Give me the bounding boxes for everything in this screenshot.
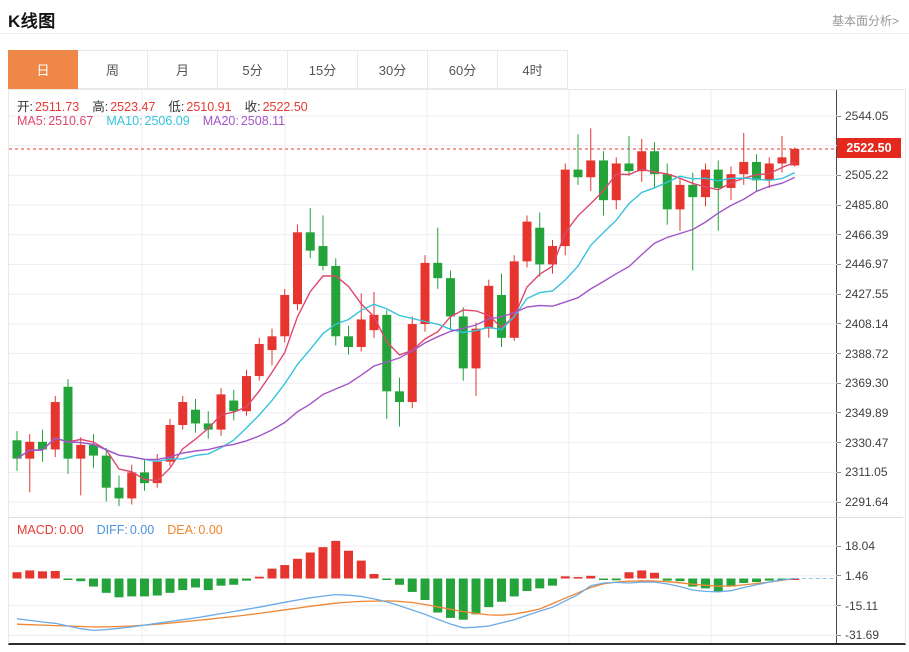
tab-30分[interactable]: 30分: [358, 50, 428, 89]
macd-tick-label: -31.69: [837, 627, 879, 643]
readout-item: MA10:2506.09: [106, 114, 189, 128]
price-tick-label: 2544.05: [837, 108, 888, 124]
readout-item: 开:2511.73: [17, 100, 79, 114]
page-header: K线图 基本面分析>: [0, 0, 909, 34]
tab-周[interactable]: 周: [78, 50, 148, 89]
price-tick-label: 2388.72: [837, 346, 888, 362]
price-tick-label: 2408.14: [837, 316, 888, 332]
readout-item: DIFF:0.00: [97, 523, 155, 537]
ohlc-readout: 开:2511.73 高:2523.47 低:2510.91 收:2522.50: [17, 96, 321, 115]
macd-panel: MACD:0.00 DIFF:0.00 DEA:0.00: [9, 517, 837, 643]
readout-item: 低:2510.91: [168, 100, 231, 114]
macd-tick-label: 18.04: [837, 538, 875, 554]
price-axis: 2544.05 2505.22 2485.80 2466.39 2446.97 2427.…: [837, 90, 903, 517]
readout-item: MA5:2510.67: [17, 114, 93, 128]
main-chart-panel: 开:2511.73 高:2523.47 低:2510.91 收:2522.50 MA5…: [9, 90, 837, 517]
readout-item: MA20:2508.11: [203, 114, 285, 128]
current-price-badge: 2522.50: [837, 138, 901, 158]
price-tick-label: 2291.64: [837, 494, 888, 510]
candlestick-chart[interactable]: [9, 90, 837, 517]
tab-60分[interactable]: 60分: [428, 50, 498, 89]
price-tick-label: 2330.47: [837, 435, 888, 451]
ma-readout: MA5:2510.67 MA10:2506.09 MA20:2508.11: [17, 114, 298, 128]
price-tick-label: 2505.22: [837, 167, 888, 183]
macd-readout: MACD:0.00 DIFF:0.00 DEA:0.00: [17, 523, 236, 537]
timeframe-tabbar: 日周月5分15分30分60分4时: [8, 50, 909, 89]
tab-月[interactable]: 月: [148, 50, 218, 89]
tab-15分[interactable]: 15分: [288, 50, 358, 89]
price-tick-label: 2369.30: [837, 375, 888, 391]
chart-container: 开:2511.73 高:2523.47 低:2510.91 收:2522.50 MA5…: [8, 89, 906, 645]
readout-item: DEA:0.00: [167, 523, 223, 537]
fundamental-analysis-link[interactable]: 基本面分析>: [832, 12, 899, 29]
tab-日[interactable]: 日: [8, 50, 78, 89]
readout-item: 收:2522.50: [245, 100, 308, 114]
readout-item: MACD:0.00: [17, 523, 84, 537]
tab-4时[interactable]: 4时: [498, 50, 568, 89]
tab-5分[interactable]: 5分: [218, 50, 288, 89]
page-title: K线图: [8, 7, 56, 32]
macd-tick-label: -15.11: [837, 598, 878, 614]
price-tick-label: 2485.80: [837, 197, 888, 213]
macd-tick-label: 1.46: [837, 568, 868, 584]
price-tick-label: 2311.05: [837, 464, 888, 480]
readout-item: 高:2523.47: [92, 100, 155, 114]
macd-value-axis: 18.04 1.46 -15.11 -31.69: [837, 517, 903, 643]
price-tick-label: 2466.39: [837, 227, 888, 243]
price-tick-label: 2446.97: [837, 256, 888, 272]
price-tick-label: 2349.89: [837, 405, 888, 421]
price-tick-label: 2427.55: [837, 286, 888, 302]
